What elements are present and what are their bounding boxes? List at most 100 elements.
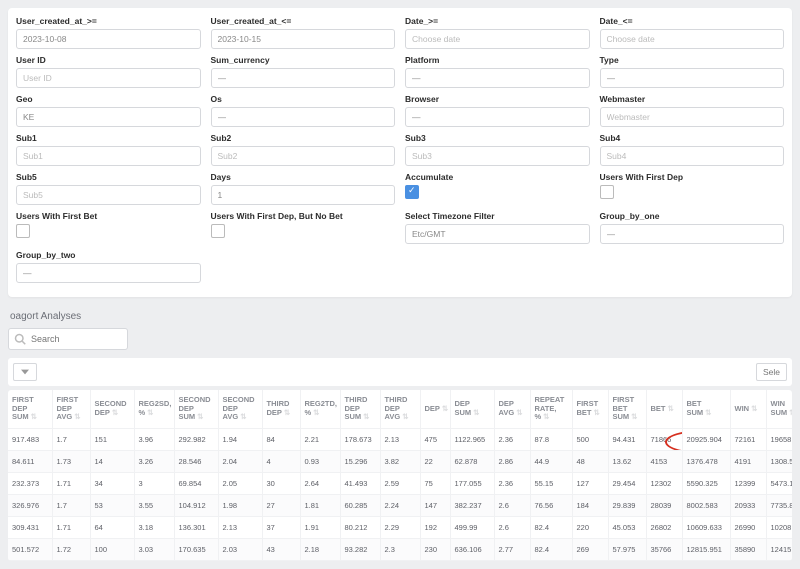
select-input[interactable]: 1: [211, 185, 396, 205]
text-input[interactable]: [211, 146, 396, 166]
col-header[interactable]: FIRSTBET⇅: [572, 390, 608, 428]
checkbox[interactable]: [211, 224, 225, 238]
cell: 3.82: [380, 450, 420, 472]
search-wrapper: [8, 328, 792, 350]
table-toolbar: Sele: [8, 358, 792, 386]
select-input[interactable]: —: [211, 68, 396, 88]
col-header[interactable]: REPEATRATE,%⇅: [530, 390, 572, 428]
text-input[interactable]: [16, 68, 201, 88]
field-label: User_created_at_<=: [211, 16, 396, 26]
select-input[interactable]: —: [16, 263, 201, 283]
table-row: 326.9761.7533.55104.9121.98271.8160.2852…: [8, 494, 792, 516]
text-input[interactable]: [600, 29, 785, 49]
cell: 178.673: [340, 428, 380, 450]
select-input[interactable]: —: [600, 68, 785, 88]
text-input[interactable]: [600, 107, 785, 127]
col-header[interactable]: THIRDDEP⇅: [262, 390, 300, 428]
select-input[interactable]: —: [600, 224, 785, 244]
col-header[interactable]: WIN⇅: [730, 390, 766, 428]
cell: 26990: [730, 516, 766, 538]
col-header[interactable]: DEPAVG⇅: [494, 390, 530, 428]
cell: 27: [262, 494, 300, 516]
col-header[interactable]: FIRSTDEPAVG⇅: [52, 390, 90, 428]
cell: 1.81: [300, 494, 340, 516]
text-input[interactable]: [600, 146, 785, 166]
col-header[interactable]: DEPSUM⇅: [450, 390, 494, 428]
text-input[interactable]: [211, 29, 396, 49]
text-input[interactable]: [405, 29, 590, 49]
cell: 10208.9: [766, 516, 792, 538]
select-input[interactable]: —: [405, 68, 590, 88]
cell: 12415.13: [766, 538, 792, 560]
cell: 37: [262, 516, 300, 538]
field-label: Days: [211, 172, 396, 182]
field-label: Accumulate: [405, 172, 590, 182]
table-wrapper: FIRSTDEPSUM⇅FIRSTDEPAVG⇅SECONDDEP⇅REG2SD…: [8, 390, 792, 561]
cell: 1.72: [52, 538, 90, 560]
field-label: User ID: [16, 55, 201, 65]
table-row: 84.6111.73143.2628.5462.0440.9315.2963.8…: [8, 450, 792, 472]
field-label: Type: [600, 55, 785, 65]
col-header[interactable]: BETSUM⇅: [682, 390, 730, 428]
select-input[interactable]: —: [211, 107, 396, 127]
col-header[interactable]: FIRSTBETSUM⇅: [608, 390, 646, 428]
field-Group_by_one: Group_by_one—: [600, 211, 785, 244]
cell: 0.93: [300, 450, 340, 472]
cell: 15.296: [340, 450, 380, 472]
cell: 62.878: [450, 450, 494, 472]
col-header[interactable]: SECONDDEP⇅: [90, 390, 134, 428]
cell: 2.77: [494, 538, 530, 560]
checkbox[interactable]: [16, 224, 30, 238]
col-header[interactable]: SECONDDEPAVG⇅: [218, 390, 262, 428]
checkbox[interactable]: [600, 185, 614, 199]
col-header[interactable]: THIRDDEPSUM⇅: [340, 390, 380, 428]
field-User ID: User ID: [16, 55, 201, 88]
cell: 192: [420, 516, 450, 538]
cell: 29.454: [608, 472, 646, 494]
cell: 1.94: [218, 428, 262, 450]
col-header[interactable]: REG2SD,%⇅: [134, 390, 174, 428]
field-User_created_at_<=: User_created_at_<=: [211, 16, 396, 49]
text-input[interactable]: [16, 29, 201, 49]
cell: 57.975: [608, 538, 646, 560]
col-header[interactable]: WINSUM⇅: [766, 390, 792, 428]
col-header[interactable]: REG2TD,%⇅: [300, 390, 340, 428]
text-input[interactable]: [16, 185, 201, 205]
field-label: Webmaster: [600, 94, 785, 104]
table-row: 501.5721.721003.03170.6352.03432.1893.28…: [8, 538, 792, 560]
cell: 76.56: [530, 494, 572, 516]
text-input[interactable]: [16, 146, 201, 166]
select-button[interactable]: Sele: [756, 363, 787, 381]
section-title: oagort Analyses: [10, 311, 792, 322]
field-label: Users With First Dep: [600, 172, 785, 182]
select-input[interactable]: Etc/GMT: [405, 224, 590, 244]
field-Days: Days 1: [211, 172, 396, 205]
cell: 2.04: [218, 450, 262, 472]
cell: 22: [420, 450, 450, 472]
columns-dropdown[interactable]: [13, 363, 37, 381]
col-header[interactable]: THIRDDEPAVG⇅: [380, 390, 420, 428]
cell: 2.21: [300, 428, 340, 450]
cell: 80.212: [340, 516, 380, 538]
field-empty: [600, 250, 785, 283]
cell: 20933: [730, 494, 766, 516]
select-input[interactable]: KE: [16, 107, 201, 127]
select-input[interactable]: —: [405, 107, 590, 127]
field-label: Users With First Dep, But No Bet: [211, 211, 396, 221]
analyses-table: FIRSTDEPSUM⇅FIRSTDEPAVG⇅SECONDDEP⇅REG2SD…: [8, 390, 792, 561]
col-header[interactable]: DEP⇅: [420, 390, 450, 428]
cell: 3.26: [134, 450, 174, 472]
search-input[interactable]: [8, 328, 128, 350]
checkbox[interactable]: [405, 185, 419, 199]
col-header[interactable]: SECONDDEPSUM⇅: [174, 390, 218, 428]
col-header[interactable]: BET⇅: [646, 390, 682, 428]
cell: 5473.14: [766, 472, 792, 494]
cell: 127: [572, 472, 608, 494]
text-input[interactable]: [405, 146, 590, 166]
field-Sub1: Sub1: [16, 133, 201, 166]
cell: 44.9: [530, 450, 572, 472]
col-header[interactable]: FIRSTDEPSUM⇅: [8, 390, 52, 428]
cell: 1122.965: [450, 428, 494, 450]
field-User_created_at_>=: User_created_at_>=: [16, 16, 201, 49]
cell: 151: [90, 428, 134, 450]
